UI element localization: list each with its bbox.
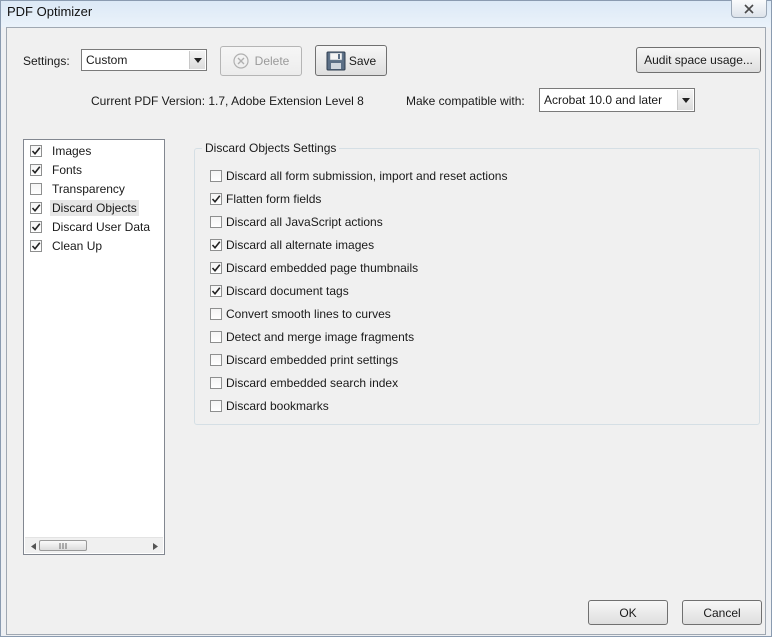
compatibility-value: Acrobat 10.0 and later	[544, 93, 663, 107]
check-icon	[211, 264, 221, 273]
option-checkbox[interactable]	[210, 377, 222, 389]
save-button[interactable]: Save	[315, 45, 387, 76]
floppy-disk-icon	[326, 51, 346, 70]
panel-item-discard-user-data[interactable]: Discard User Data	[30, 218, 152, 236]
discard-user-data-checkbox[interactable]	[30, 221, 42, 233]
title-bar: PDF Optimizer	[1, 0, 771, 25]
audit-label: Audit space usage...	[644, 53, 753, 67]
make-compatible-label: Make compatible with:	[406, 94, 525, 108]
panel-label: Clean Up	[52, 239, 103, 253]
option-merge-image-fragments[interactable]: Detect and merge image fragments	[210, 329, 414, 345]
panel-item-transparency[interactable]: Transparency	[30, 180, 127, 198]
save-label: Save	[348, 53, 377, 68]
discard-objects-checkbox[interactable]	[30, 202, 42, 214]
panel-label: Fonts	[52, 163, 83, 177]
chevron-down-icon	[677, 90, 693, 110]
delete-label: Delete	[254, 54, 290, 68]
check-icon	[31, 147, 41, 156]
settings-dropdown[interactable]: Custom	[81, 49, 207, 71]
option-label: Flatten form fields	[226, 192, 322, 206]
option-label: Discard document tags	[226, 284, 349, 298]
option-label: Convert smooth lines to curves	[226, 307, 391, 321]
check-icon	[31, 166, 41, 175]
scrollbar-thumb[interactable]	[39, 540, 87, 551]
option-discard-search-index[interactable]: Discard embedded search index	[210, 375, 398, 391]
current-pdf-version-text: Current PDF Version: 1.7, Adobe Extensio…	[91, 94, 364, 108]
transparency-checkbox[interactable]	[30, 183, 42, 195]
group-title: Discard Objects Settings	[202, 141, 340, 155]
option-discard-print-settings[interactable]: Discard embedded print settings	[210, 352, 398, 368]
check-icon	[31, 223, 41, 232]
option-checkbox[interactable]	[210, 308, 222, 320]
option-label: Discard embedded page thumbnails	[226, 261, 419, 275]
option-checkbox[interactable]	[210, 285, 222, 297]
option-discard-bookmarks[interactable]: Discard bookmarks	[210, 398, 329, 414]
close-icon	[744, 3, 754, 14]
option-label: Detect and merge image fragments	[226, 330, 415, 344]
chevron-down-icon	[189, 51, 205, 69]
option-checkbox[interactable]	[210, 170, 222, 182]
option-convert-smooth-lines[interactable]: Convert smooth lines to curves	[210, 306, 391, 322]
option-discard-form-actions[interactable]: Discard all form submission, import and …	[210, 168, 507, 184]
check-icon	[211, 241, 221, 250]
option-checkbox[interactable]	[210, 239, 222, 251]
settings-label: Settings:	[23, 54, 70, 68]
dialog-body: Settings: Custom Delete Save Audit space…	[6, 27, 766, 635]
option-checkbox[interactable]	[210, 216, 222, 228]
panel-label: Discard Objects	[50, 200, 139, 216]
panel-item-images[interactable]: Images	[30, 142, 93, 160]
option-discard-page-thumbnails[interactable]: Discard embedded page thumbnails	[210, 260, 418, 276]
audit-space-usage-button[interactable]: Audit space usage...	[636, 47, 761, 73]
ok-button[interactable]: OK	[588, 600, 668, 625]
option-label: Discard bookmarks	[226, 399, 329, 413]
pdf-optimizer-window: PDF Optimizer Settings: Custom Delete Sa…	[0, 0, 772, 637]
option-discard-javascript[interactable]: Discard all JavaScript actions	[210, 214, 383, 230]
option-flatten-form-fields[interactable]: Flatten form fields	[210, 191, 321, 207]
panel-list[interactable]: Images Fonts Transparency Discard Object…	[23, 139, 165, 555]
option-checkbox[interactable]	[210, 331, 222, 343]
settings-value: Custom	[86, 53, 128, 67]
option-label: Discard all form submission, import and …	[226, 169, 508, 183]
option-checkbox[interactable]	[210, 400, 222, 412]
ok-label: OK	[619, 605, 637, 620]
fonts-checkbox[interactable]	[30, 164, 42, 176]
close-button[interactable]	[731, 0, 767, 18]
option-checkbox[interactable]	[210, 262, 222, 274]
delete-button[interactable]: Delete	[220, 46, 302, 76]
cancel-button[interactable]: Cancel	[682, 600, 762, 625]
panel-item-fonts[interactable]: Fonts	[30, 161, 84, 179]
grip-icon	[59, 542, 66, 549]
check-icon	[211, 195, 221, 204]
check-icon	[211, 287, 221, 296]
cancel-label: Cancel	[703, 605, 741, 620]
scroll-right-arrow-icon[interactable]	[149, 540, 161, 552]
panel-item-discard-objects[interactable]: Discard Objects	[30, 199, 139, 217]
delete-icon	[233, 53, 249, 69]
option-checkbox[interactable]	[210, 193, 222, 205]
option-checkbox[interactable]	[210, 354, 222, 366]
images-checkbox[interactable]	[30, 145, 42, 157]
scroll-left-arrow-icon[interactable]	[27, 540, 39, 552]
horizontal-scrollbar[interactable]	[25, 537, 163, 553]
clean-up-checkbox[interactable]	[30, 240, 42, 252]
check-icon	[31, 204, 41, 213]
compatibility-dropdown[interactable]: Acrobat 10.0 and later	[539, 88, 695, 112]
window-title: PDF Optimizer	[7, 4, 93, 19]
panel-item-clean-up[interactable]: Clean Up	[30, 237, 104, 255]
panel-label: Discard User Data	[52, 220, 151, 234]
check-icon	[31, 242, 41, 251]
option-label: Discard all alternate images	[226, 238, 375, 252]
option-label: Discard all JavaScript actions	[226, 215, 383, 229]
option-label: Discard embedded search index	[226, 376, 399, 390]
option-discard-alternate-images[interactable]: Discard all alternate images	[210, 237, 374, 253]
option-label: Discard embedded print settings	[226, 353, 399, 367]
panel-label: Transparency	[52, 182, 125, 196]
option-discard-document-tags[interactable]: Discard document tags	[210, 283, 349, 299]
panel-label: Images	[52, 144, 92, 158]
